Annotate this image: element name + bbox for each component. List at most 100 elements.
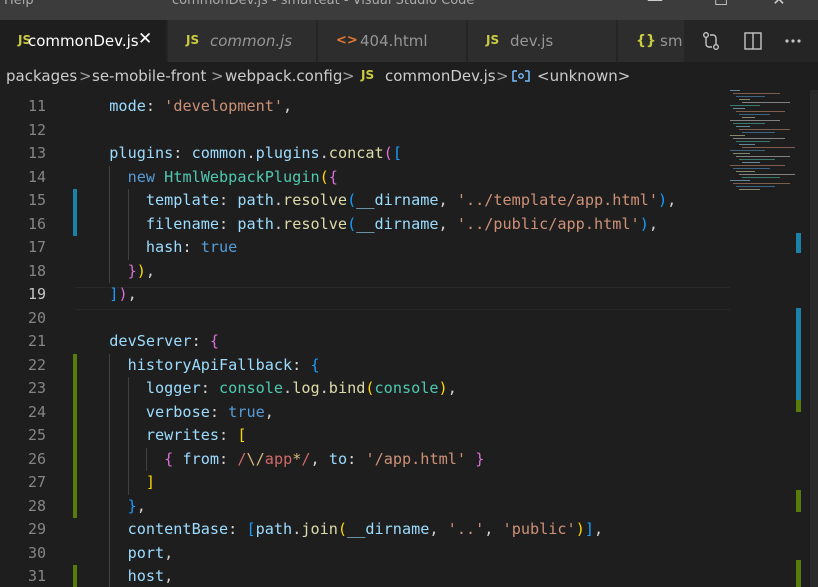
code-token: contentBase [91, 520, 229, 538]
breadcrumb-item-webpack-config[interactable]: webpack.config [225, 67, 342, 85]
code-token: , [164, 543, 174, 562]
more-actions-icon[interactable] [782, 30, 804, 52]
code-line: verbose: true, [91, 401, 274, 425]
code-token: ) [639, 214, 649, 233]
line-number: 27 [27, 473, 46, 491]
minimap[interactable] [730, 90, 802, 587]
code-token: , [145, 261, 156, 280]
overview-ruler [796, 90, 806, 587]
code-token: . [246, 144, 256, 162]
code-token: logger [91, 379, 201, 397]
code-token: , [438, 214, 457, 233]
minimap-line [733, 138, 785, 139]
code-token: true [200, 238, 238, 256]
line-number: 19 [27, 285, 46, 303]
code-token: bind [328, 379, 366, 397]
code-line: rewrites: [ [91, 424, 247, 448]
current-line-highlight [75, 287, 730, 310]
code-line: port, [91, 542, 174, 566]
code-token: : [209, 402, 229, 421]
close-window-button[interactable]: ✕ [756, 0, 802, 18]
code-token: , [136, 496, 146, 515]
menu-help[interactable]: Help [4, 0, 34, 8]
close-tab-icon[interactable]: ✕ [138, 29, 152, 49]
code-token: , [310, 449, 329, 468]
breadcrumb-item-commondev-js[interactable]: commonDev.js [385, 67, 496, 85]
breadcrumb-separator: > [211, 67, 224, 85]
minimap-line [736, 96, 765, 97]
minimap-line [739, 99, 750, 100]
line-number: 29 [27, 520, 46, 538]
tab-common-js[interactable]: JS common.js [168, 20, 317, 62]
minimize-button[interactable]: — [632, 0, 678, 18]
breadcrumb-item-se-mobile-front[interactable]: se-mobile-front [92, 67, 206, 85]
window-title: commonDev.js - smarteat - Visual Studio … [172, 0, 475, 8]
code-token: / [237, 449, 247, 468]
breadcrumb-item-unknown[interactable]: <unknown> [537, 67, 630, 85]
code-token: hash [91, 238, 183, 256]
code-line: ] [91, 471, 155, 495]
added-line-marker[interactable] [73, 377, 77, 401]
code-token: common [191, 144, 247, 162]
line-number: 18 [27, 261, 46, 280]
code-token: : [219, 449, 238, 468]
code-line: { from: /\/app*/, to: '/app.html' } [91, 448, 484, 472]
open-changes-icon[interactable] [700, 30, 722, 52]
code-token: ] [145, 473, 156, 491]
code-line: devServer: { [91, 330, 219, 354]
code-token: , [164, 567, 174, 585]
tab-label: sm [660, 32, 683, 50]
line-number: 25 [27, 426, 46, 444]
vertical-scrollbar[interactable] [810, 90, 818, 587]
code-token: filename [91, 214, 220, 233]
added-line-marker[interactable] [73, 353, 77, 377]
code-token: . [292, 520, 302, 538]
code-token: ( [347, 214, 357, 233]
added-line-marker[interactable] [73, 447, 77, 471]
minimap-line [739, 144, 755, 145]
minimap-line [736, 126, 750, 127]
split-editor-icon[interactable] [742, 30, 764, 52]
tab-label: dev.js [510, 32, 554, 50]
code-token: , [447, 379, 457, 397]
minimap-line [733, 183, 790, 184]
maximize-button[interactable]: ☐ [698, 0, 744, 18]
tab-dev-js[interactable]: JS dev.js [468, 20, 617, 62]
symbol-variable-icon [512, 70, 530, 82]
modified-line-marker[interactable] [73, 189, 77, 213]
code-token: / [301, 449, 311, 468]
added-line-marker[interactable] [73, 471, 77, 495]
ruler-mark [796, 560, 801, 587]
code-token: host [91, 567, 165, 585]
line-number: 12 [27, 120, 46, 139]
code-token: console [374, 379, 439, 397]
code-token: 'public' [502, 520, 576, 538]
code-token: true [228, 402, 265, 421]
line-number: 23 [27, 379, 46, 397]
line-number: 22 [27, 355, 46, 374]
minimap-line [736, 171, 755, 172]
breadcrumb-item-packages[interactable]: packages [6, 67, 77, 85]
added-line-marker[interactable] [73, 424, 77, 448]
tab-commondev-js[interactable]: JS commonDev.js ✕ [0, 20, 167, 62]
code-token: join [301, 520, 338, 538]
javascript-file-icon: JS [486, 33, 500, 47]
code-token: : [219, 191, 238, 209]
added-line-marker[interactable] [73, 494, 77, 518]
code-token: from [182, 449, 220, 468]
code-token: ( [337, 520, 348, 538]
added-line-marker[interactable] [73, 565, 77, 587]
minimap-line [730, 90, 740, 91]
code-token: ) [118, 285, 128, 303]
modified-line-marker[interactable] [73, 212, 77, 236]
code-token: . [273, 214, 284, 233]
code-token: : [292, 355, 311, 374]
code-editor[interactable]: 11 12 13 14 15 16 17 18 19 20 21 22 23 24 25 26 27 28 29 30… [0, 90, 818, 587]
code-token: ) [657, 191, 668, 209]
code-token: , [438, 191, 457, 209]
tab-404-html[interactable]: <> 404.html [318, 20, 467, 62]
line-number: 24 [27, 402, 46, 421]
code-token: to [328, 449, 348, 468]
added-line-marker[interactable] [73, 400, 77, 424]
